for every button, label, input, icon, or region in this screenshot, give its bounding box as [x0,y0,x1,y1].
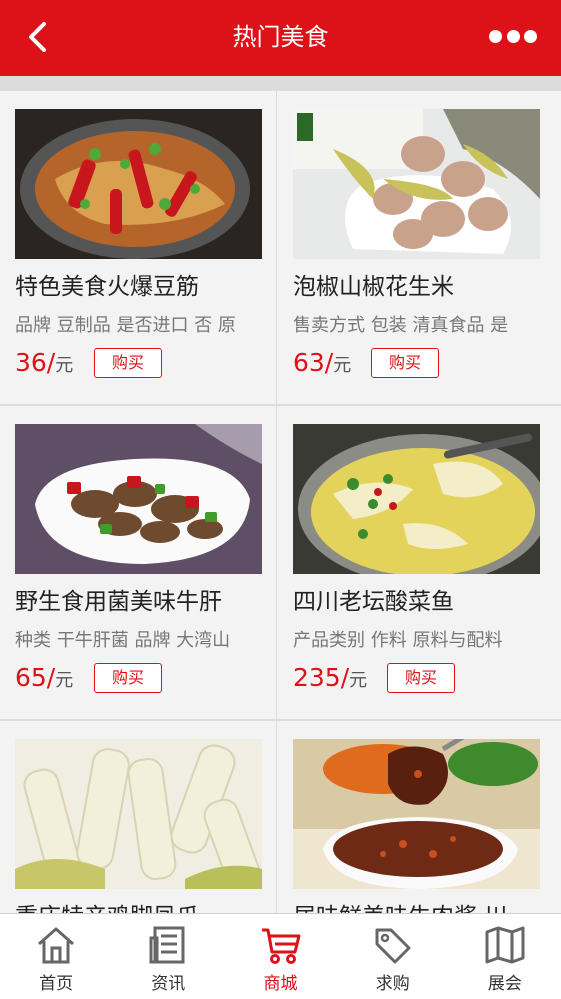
tag-icon [375,928,411,964]
tab-home[interactable]: 首页 [0,914,112,999]
tab-mall[interactable]: 商城 [224,914,336,999]
buy-button[interactable]: 购买 [94,663,162,693]
app-header: 热门美食 [0,0,561,76]
product-price: 65/元 [15,663,74,692]
bottom-tab-bar: 首页 资讯 商城 求购 展会 [0,913,561,999]
product-grid: 特色美食火爆豆筋 品牌 豆制品 是否进口 否 原 36/元 购买 泡椒山椒花生米… [0,76,561,913]
cart-icon [261,928,300,964]
home-icon [38,927,75,964]
page-title: 热门美食 [232,23,329,51]
product-image[interactable] [293,109,540,259]
product-attributes: 售卖方式 包装 清真食品 是 [293,315,509,336]
product-price: 63/元 [293,348,352,377]
tab-exhibition[interactable]: 展会 [449,914,561,999]
tab-label: 资讯 [151,974,186,994]
product-image[interactable] [293,424,540,574]
product-card[interactable]: 特色美食火爆豆筋 品牌 豆制品 是否进口 否 原 36/元 购买 [0,91,276,404]
tab-purchase[interactable]: 求购 [337,914,449,999]
more-dots-icon[interactable] [489,30,537,44]
product-name[interactable]: 特色美食火爆豆筋 [15,271,270,303]
product-card[interactable]: 居味鲜美味牛肉酱 川 [277,721,561,913]
product-name[interactable]: 四川老坛酸菜鱼 [293,586,548,618]
product-card[interactable]: 野生食用菌美味牛肝 种类 干牛肝菌 品牌 大湾山 65/元 购买 [0,406,276,719]
buy-button[interactable]: 购买 [94,348,162,378]
tab-label: 展会 [487,974,522,994]
map-icon [485,926,525,964]
product-attributes: 产品类别 作料 原料与配料 [293,630,503,651]
buy-button[interactable]: 购买 [371,348,439,378]
product-image[interactable] [15,739,262,889]
tab-label: 商城 [263,974,298,994]
product-name[interactable]: 泡椒山椒花生米 [293,271,548,303]
product-attributes: 品牌 豆制品 是否进口 否 原 [15,315,236,336]
product-name[interactable]: 重庆特产鸡脚凤爪 [15,901,270,913]
news-icon [149,926,185,964]
tab-news[interactable]: 资讯 [112,914,224,999]
buy-button[interactable]: 购买 [387,663,455,693]
product-image[interactable] [15,424,262,574]
product-attributes: 种类 干牛肝菌 品牌 大湾山 [15,630,231,651]
product-name[interactable]: 野生食用菌美味牛肝 [15,586,270,618]
product-price: 36/元 [15,348,74,377]
product-card[interactable]: 重庆特产鸡脚凤爪 [0,721,276,913]
product-name[interactable]: 居味鲜美味牛肉酱 川 [293,901,548,913]
tab-label: 求购 [375,974,410,994]
tab-label: 首页 [39,974,74,994]
product-price: 235/元 [293,663,368,692]
product-card[interactable]: 四川老坛酸菜鱼 产品类别 作料 原料与配料 235/元 购买 [277,406,561,719]
product-card[interactable]: 泡椒山椒花生米 售卖方式 包装 清真食品 是 63/元 购买 [277,91,561,404]
product-image[interactable] [15,109,262,259]
product-image[interactable] [293,739,540,889]
